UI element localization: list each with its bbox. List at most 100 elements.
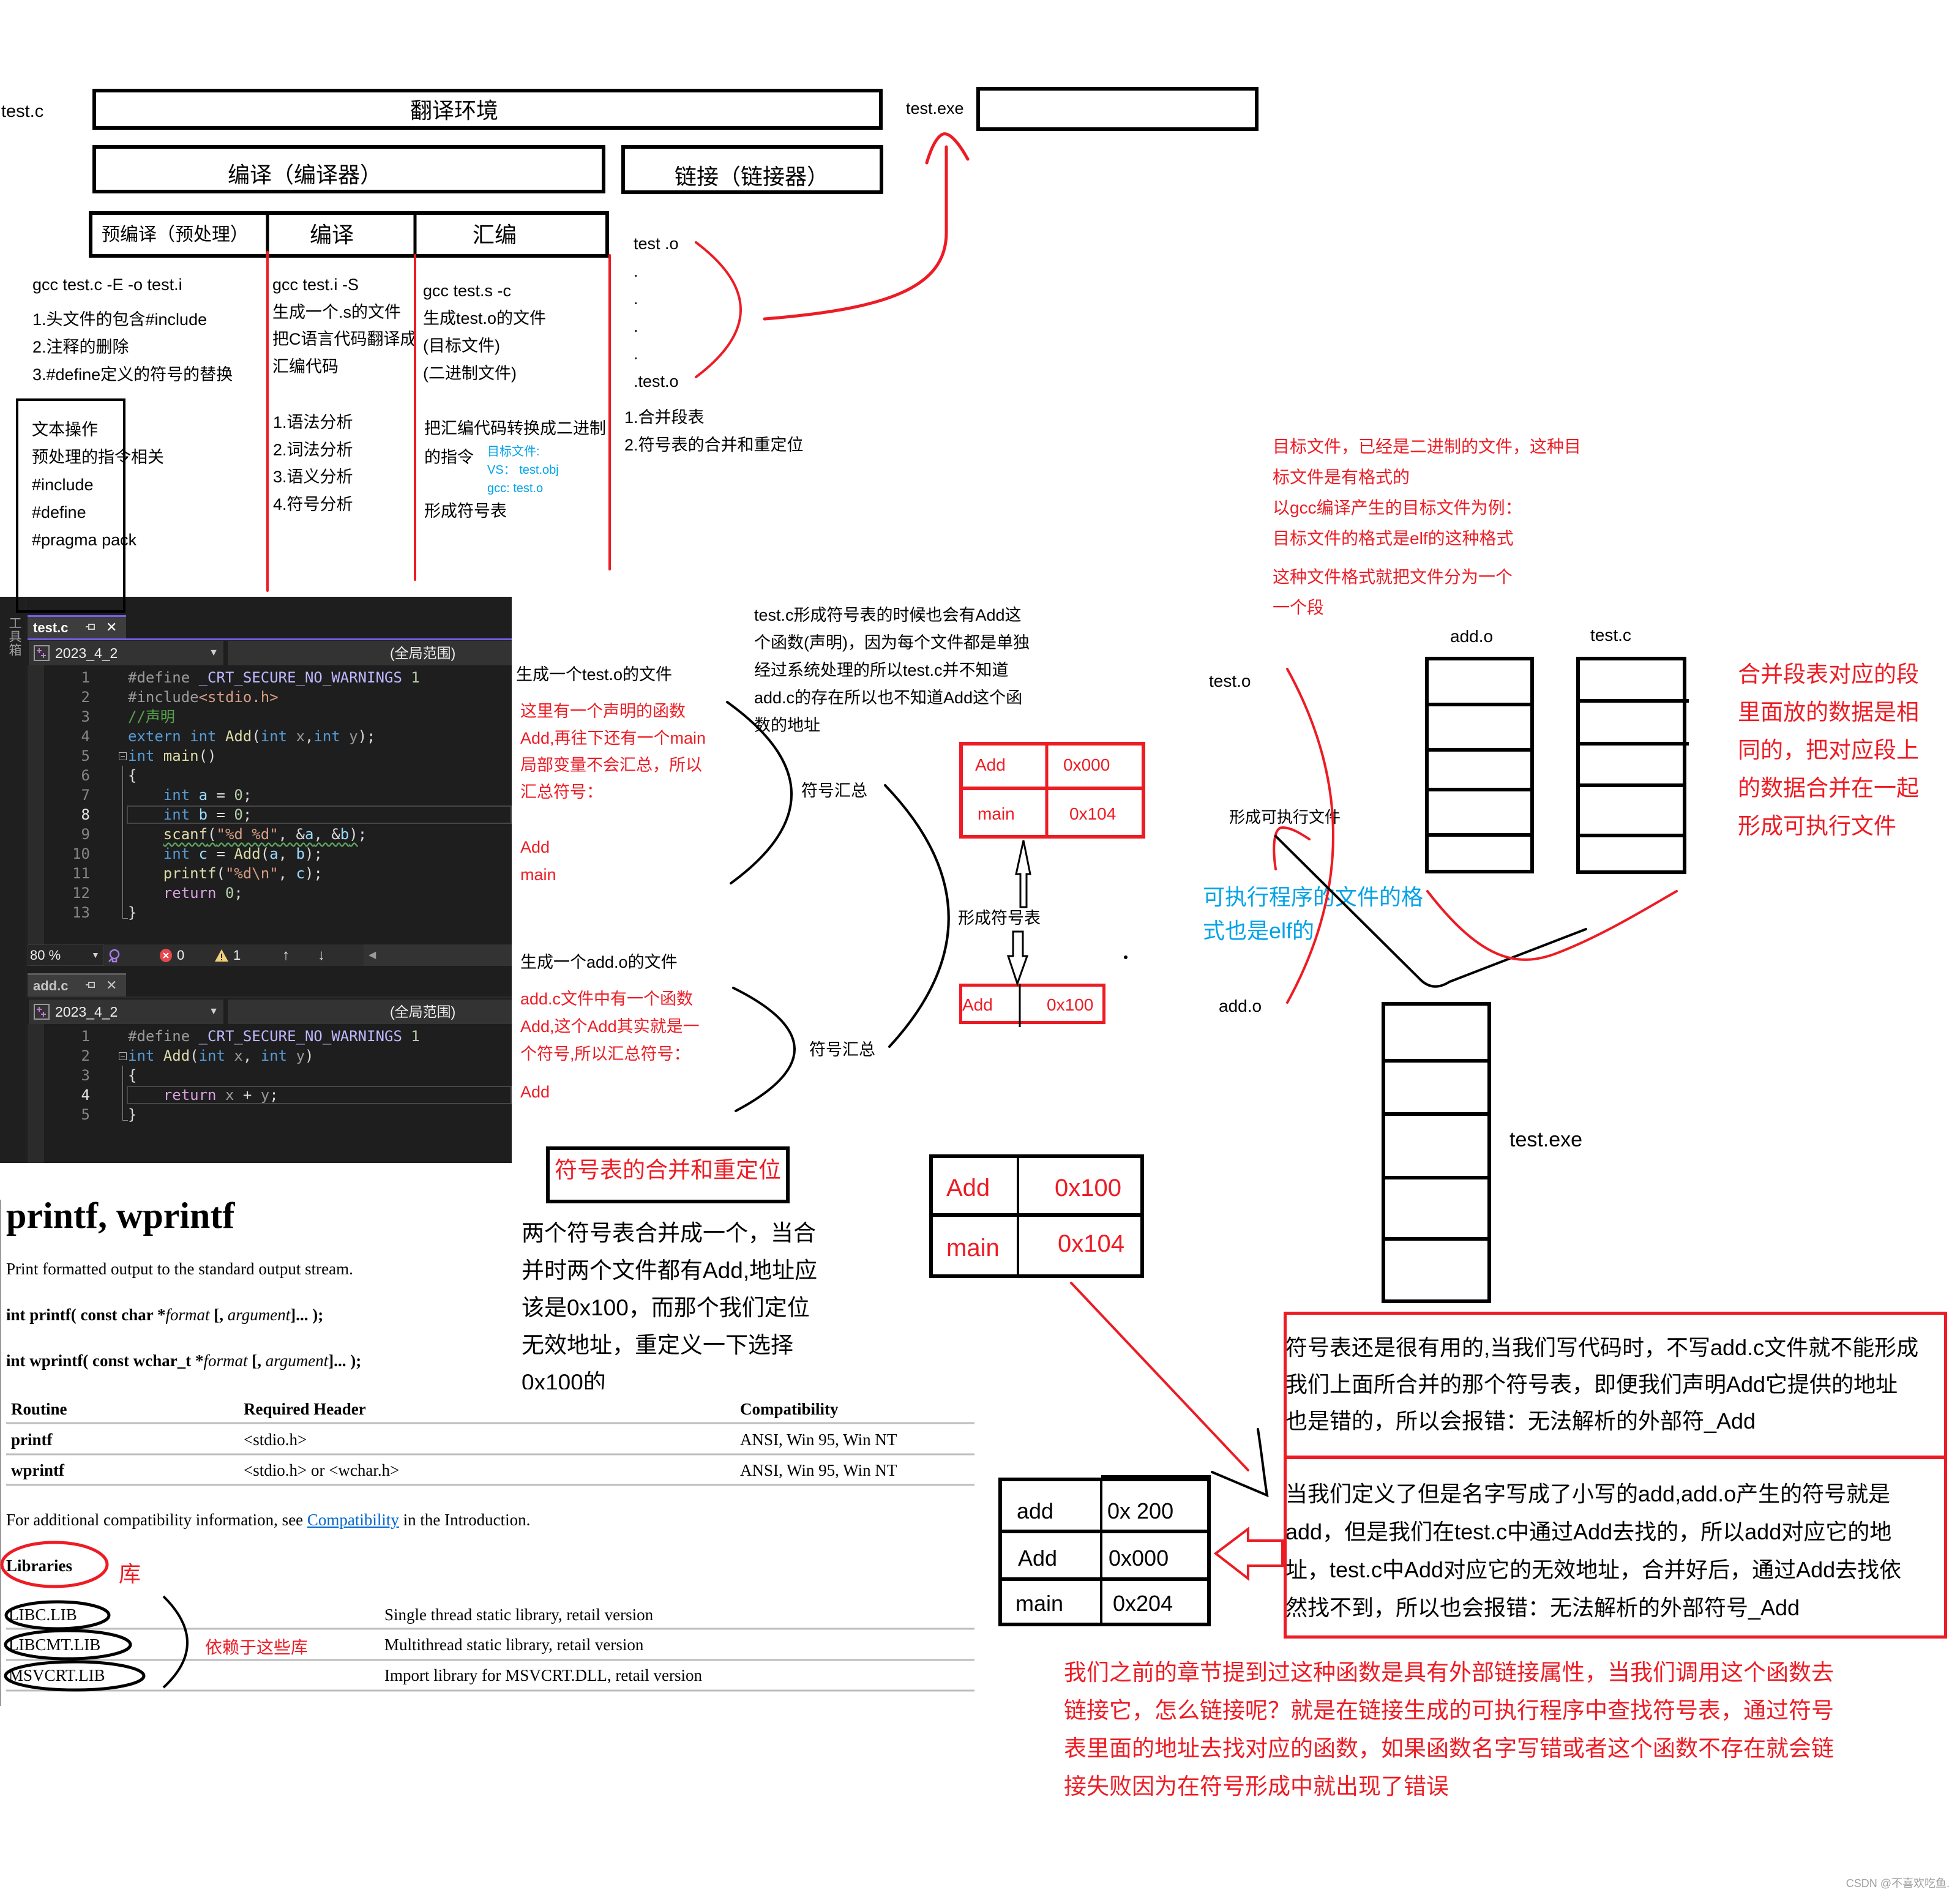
code-line[interactable]: 3{ <box>0 1066 512 1085</box>
line-number: 9 <box>81 826 90 843</box>
code-line[interactable]: 2 #include<stdio.h> <box>0 687 512 707</box>
code-token: ) <box>349 826 358 843</box>
code-line[interactable]: 6{ <box>0 766 512 785</box>
symbol-address: 0x104 <box>1058 1230 1124 1257</box>
add-o-note-line: add.c文件中有一个函数 <box>520 990 694 1008</box>
compatibility-link[interactable]: Compatibility <box>307 1511 399 1529</box>
test-c-segment-column <box>1576 657 1686 874</box>
chevron-down-icon[interactable]: ▼ <box>209 1000 219 1024</box>
symbol-table-explanation: test.c形成符号表的时候也会有Add这 个函数(声明)，因为每个文件都是单独经… <box>754 602 1030 739</box>
code-line[interactable]: 1 #define _CRT_SECURE_NO_WARNINGS 1 <box>0 1026 512 1046</box>
code-token: a <box>269 845 279 862</box>
external-linkage-note-line: 表里面的地址去找对应的函数，如果函数名字写错或者这个函数不存在就会链 <box>1064 1736 1834 1761</box>
collapse-toggle-icon[interactable] <box>119 1052 127 1060</box>
code-token: ( <box>260 845 270 862</box>
arrow-up-icon[interactable]: ↑ <box>282 944 290 966</box>
code-line[interactable]: 12 return 0; <box>0 883 512 903</box>
code-area-add-c[interactable]: 1 #define _CRT_SECURE_NO_WARNINGS 1 2 int A… <box>0 1026 512 1124</box>
code-token: int <box>313 728 350 745</box>
test-o-note-line: 汇总符号： <box>520 783 603 801</box>
code-line[interactable]: 1 #define _CRT_SECURE_NO_WARNINGS 1 <box>0 668 512 687</box>
error-count[interactable]: 0 <box>177 944 184 966</box>
analysis-step: 3.语义分析 <box>273 468 353 486</box>
tab-accent-line <box>28 638 512 640</box>
symbol-name: main <box>946 1235 1000 1261</box>
scroll-left-icon[interactable]: ◀ <box>368 944 376 966</box>
code-token: Add <box>234 845 261 862</box>
code-token: ( <box>208 826 217 843</box>
code-line[interactable]: 3 //声明 <box>0 707 512 727</box>
code-line[interactable]: 5 int main() <box>0 746 512 766</box>
code-token: 0 <box>234 787 243 804</box>
error-icon[interactable] <box>159 948 173 963</box>
scope-dropdown[interactable]: (全局范围) <box>228 641 512 665</box>
chevron-down-icon[interactable]: ▼ <box>209 641 219 665</box>
segment-column-header: test.c <box>1590 626 1631 645</box>
code-token: extern <box>128 728 190 745</box>
code-line[interactable]: 2 int Add(int x, int y) <box>0 1046 512 1066</box>
pin-icon[interactable] <box>85 622 96 631</box>
libraries-annotation: 库 <box>119 1561 141 1587</box>
code-area-test-c[interactable]: 1 #define _CRT_SECURE_NO_WARNINGS 1 2 #incl… <box>0 668 512 922</box>
merge-description-line: 该是0x100，而那个我们定位 <box>522 1295 810 1320</box>
syntax-param: format <box>165 1306 210 1324</box>
lightbulb-icon[interactable] <box>106 948 122 964</box>
segment-merge-note-line: 合并段表对应的段 <box>1738 662 1919 687</box>
compile-box-label: 编译（编译器） <box>228 162 383 187</box>
test-o-note-line: 这里有一个声明的函数 <box>520 702 686 720</box>
table-top-edge <box>1101 1475 1211 1481</box>
line-number: 8 <box>81 806 90 823</box>
merge-relocate-title: 符号表的合并和重定位 <box>555 1157 781 1183</box>
code-text: printf("%d\n", c); <box>128 864 323 883</box>
compatibility-cell: ANSI, Win 95, Win NT <box>740 1430 897 1449</box>
tab-add-c[interactable]: add.c ✕ <box>28 973 126 996</box>
scope-dropdown[interactable]: (全局范围) <box>228 1000 512 1024</box>
code-line[interactable]: 11 printf("%d\n", c); <box>0 864 512 883</box>
code-token: ); <box>305 845 323 862</box>
stage-compile-label: 编译 <box>310 222 354 247</box>
project-dropdown[interactable]: 2023_4_2 ▼ <box>29 641 223 665</box>
pin-icon[interactable] <box>85 981 96 989</box>
close-icon[interactable]: ✕ <box>106 976 117 995</box>
code-token: ( <box>216 865 225 882</box>
code-line[interactable]: 5} <box>0 1105 512 1124</box>
explanation-line: 数的地址 <box>754 716 820 734</box>
object-file-item: . <box>634 262 638 280</box>
horizontal-scrollbar[interactable]: ◀ <box>364 944 512 966</box>
compile-line: 汇编代码 <box>272 357 339 376</box>
code-line[interactable]: 4 return x + y; <box>0 1085 512 1105</box>
stray-dot <box>1124 955 1128 959</box>
elf-format-note-line: 式也是elf的 <box>1203 918 1315 943</box>
executable-label: test.exe <box>1509 1128 1583 1151</box>
code-token: b <box>198 806 208 823</box>
toolbox-label[interactable]: 工具箱 <box>5 616 23 657</box>
code-line[interactable]: 13} <box>0 903 512 922</box>
object-format-note-line: 目标文件，已经是二进制的文件，这种目 <box>1273 437 1582 456</box>
code-line[interactable]: 4 extern int Add(int x,int y); <box>0 727 512 746</box>
symbol-name: Add <box>962 995 993 1014</box>
warning-icon[interactable] <box>214 948 229 963</box>
collapse-toggle-icon[interactable] <box>119 752 127 760</box>
project-dropdown[interactable]: 2023_4_2 ▼ <box>29 1000 223 1024</box>
arrow-down-icon[interactable]: ↓ <box>318 944 325 966</box>
assemble-line: 生成test.o的文件 <box>423 309 547 327</box>
library-description: Single thread static library, retail ver… <box>384 1605 654 1624</box>
code-token: 0 <box>225 884 234 902</box>
code-line[interactable]: 7 int a = 0; <box>0 785 512 805</box>
code-token: int <box>163 845 199 862</box>
compile-line: 把C语言代码翻译成 <box>272 330 417 348</box>
code-line[interactable]: 8 int b = 0; <box>0 805 512 824</box>
exe-label: test.exe <box>906 99 964 118</box>
arrow-left-icon <box>1213 1526 1284 1582</box>
code-line[interactable]: 10 int c = Add(a, b); <box>0 844 512 864</box>
warning-count[interactable]: 1 <box>233 944 241 966</box>
compile-analysis: 1.语法分析 2.词法分析 3.语义分析 4.符号分析 <box>273 409 353 518</box>
code-line[interactable]: 9 scanf("%d %d", &a, &b); <box>0 824 512 844</box>
zoom-level-dropdown[interactable]: 80 % ▼ <box>28 944 104 966</box>
tab-test-c[interactable]: test.c ✕ <box>28 615 126 638</box>
close-icon[interactable]: ✕ <box>106 618 117 637</box>
code-token: ; <box>234 884 243 902</box>
code-text: { <box>128 766 137 785</box>
code-text: int Add(int x, int y) <box>128 1046 313 1066</box>
